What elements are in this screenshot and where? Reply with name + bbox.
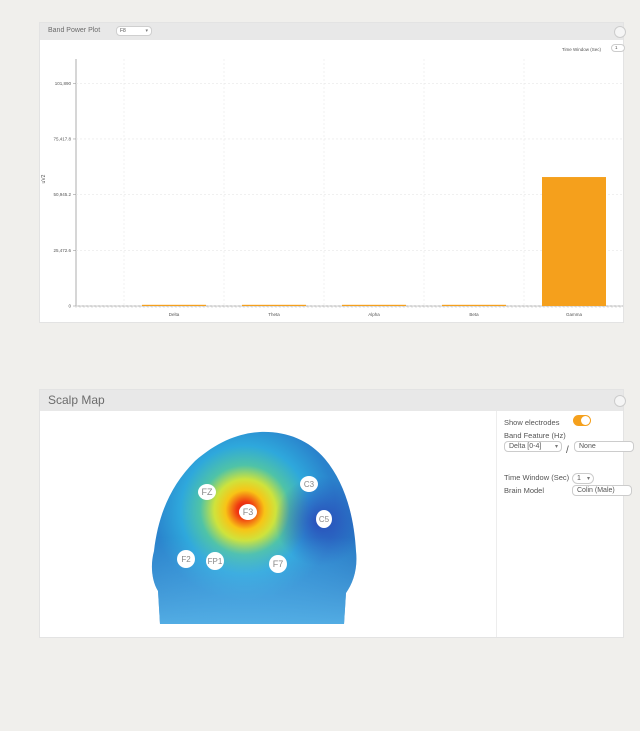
- electrode-fp1[interactable]: FP1: [206, 552, 224, 570]
- x-tick-label: Delta: [169, 312, 180, 317]
- svg-text:C3: C3: [304, 480, 315, 489]
- band-feature-select-2[interactable]: None: [574, 441, 634, 452]
- scalp-map-title: Scalp Map: [48, 393, 105, 407]
- show-electrodes-toggle[interactable]: [573, 415, 591, 426]
- toggle-knob: [581, 416, 590, 425]
- x-tick-label: Alpha: [368, 312, 380, 317]
- y-tick-label: 101,890: [55, 81, 72, 86]
- scalp-map-controls: Show electrodes Band Feature (Hz) Delta …: [496, 411, 634, 637]
- bar-alpha: [342, 304, 406, 306]
- brain-model-label: Brain Model: [504, 486, 545, 495]
- x-tick-label: Theta: [268, 312, 280, 317]
- band-power-chart: uV2 0 25,472.6 50,945.2 75,417.8 101,890 Delt…: [41, 59, 623, 317]
- bar-theta: [242, 304, 306, 306]
- y-tick-label: 0: [68, 304, 71, 309]
- band-feature-select[interactable]: Delta [0-4] ▾: [504, 441, 562, 452]
- svg-text:F2: F2: [181, 555, 191, 564]
- scalp-map-view: FZ F3 C3 C5 F7 FP1 F2: [151, 431, 357, 624]
- bar-delta: [142, 304, 206, 306]
- chevron-down-icon: ▾: [586, 476, 590, 482]
- scalp-map-panel: Scalp Map FZ F3 C3 C5 F7 FP1 F2 Show ele…: [39, 389, 634, 638]
- electrode-c3[interactable]: C3: [300, 476, 318, 492]
- svg-text:FZ: FZ: [202, 487, 213, 497]
- band-feature-label: Band Feature (Hz): [504, 431, 566, 440]
- electrode-f7[interactable]: F7: [269, 555, 287, 573]
- y-tick-label: 75,417.8: [53, 136, 71, 141]
- scalp-time-window-select[interactable]: 1 ▾: [572, 473, 594, 484]
- x-tick-label: Beta: [469, 312, 479, 317]
- electrode-fz[interactable]: FZ: [198, 484, 216, 500]
- band-power-panel: Band Power Plot F8 ▾ Time Window (Sec) 1…: [39, 22, 626, 323]
- band-feature-value-2: None: [579, 443, 596, 450]
- brain-model-value: Colin (Male): [577, 487, 615, 494]
- y-tick-label: 50,945.2: [53, 192, 71, 197]
- chevron-down-icon: ▾: [554, 444, 558, 450]
- svg-text:F3: F3: [243, 507, 254, 517]
- scalp-time-window-value: 1: [577, 475, 581, 482]
- svg-text:FP1: FP1: [208, 557, 223, 566]
- electrode-f3[interactable]: F3: [239, 504, 257, 520]
- bar-beta: [442, 304, 506, 306]
- x-tick-label: Gamma: [566, 312, 583, 317]
- bar-gamma: [542, 177, 606, 306]
- scalp-time-window-label: Time Window (Sec): [504, 473, 570, 482]
- electrode-c5[interactable]: C5: [316, 510, 332, 528]
- scalp-map-header: Scalp Map: [40, 390, 626, 411]
- electrode-f2[interactable]: F2: [177, 550, 195, 568]
- svg-text:C5: C5: [319, 515, 330, 524]
- svg-text:F7: F7: [273, 559, 284, 569]
- settings-icon[interactable]: [614, 395, 626, 407]
- show-electrodes-label: Show electrodes: [504, 418, 560, 427]
- y-axis-label: uV2: [41, 174, 47, 183]
- brain-model-select[interactable]: Colin (Male): [572, 485, 632, 496]
- slash-separator: /: [566, 445, 569, 456]
- y-tick-label: 25,472.6: [53, 248, 71, 253]
- band-feature-value: Delta [0-4]: [509, 443, 542, 450]
